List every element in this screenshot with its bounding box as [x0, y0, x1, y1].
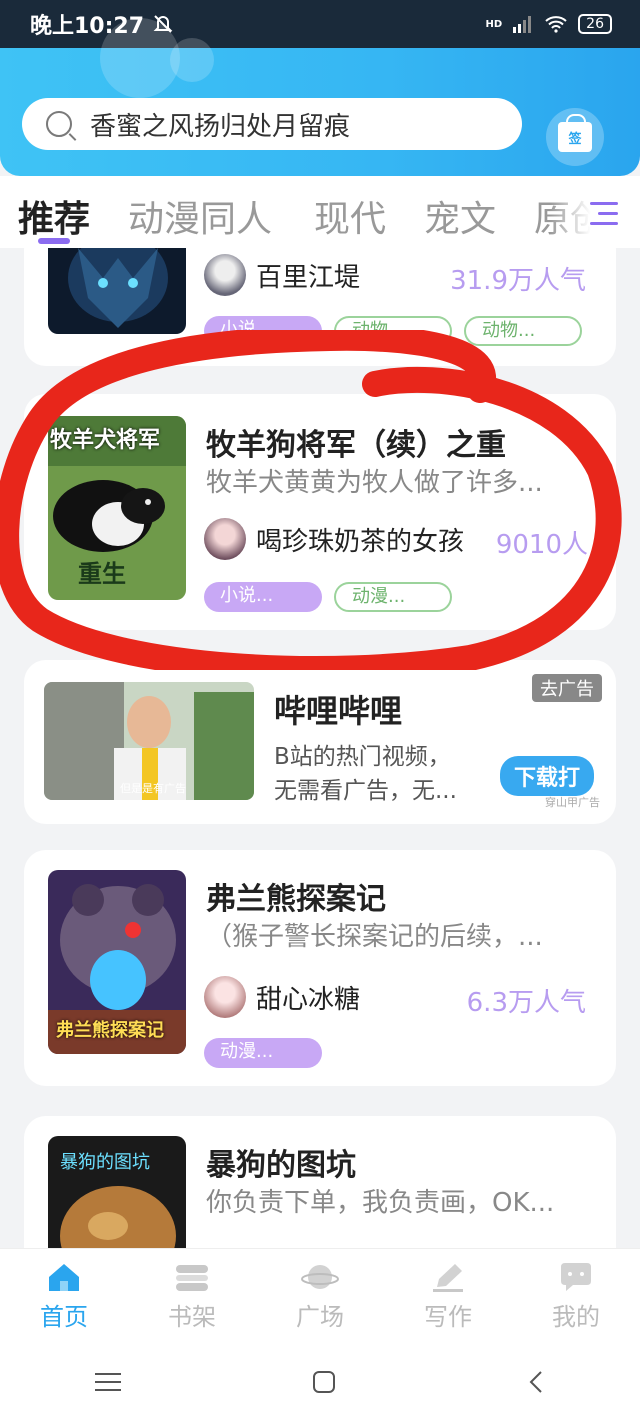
author-name[interactable]: 百里江堤 [256, 257, 360, 294]
gift-label: 签 [568, 131, 582, 147]
book-feed[interactable]: 百里江堤 31.9万人气 小说... 动物... 动物... 牧羊犬将军 重生 … [0, 248, 640, 1248]
book-card[interactable]: 百里江堤 31.9万人气 小说... 动物... 动物... [24, 248, 616, 366]
tab-anime-fanfic[interactable]: 动漫同人 [128, 190, 272, 242]
tag[interactable]: 小说... [204, 316, 322, 346]
nav-home[interactable]: 首页 [0, 1249, 128, 1342]
tag[interactable]: 动物... [464, 316, 582, 346]
ad-source-label: 穿山甲广告 [545, 796, 600, 809]
tab-modern[interactable]: 现代 [314, 190, 386, 242]
book-description: （猴子警长探案记的后续，... [206, 922, 543, 952]
popularity-count: 31.9万人气 [450, 266, 586, 296]
system-nav-bar [0, 1342, 640, 1422]
tab-recommend[interactable]: 推荐 [18, 190, 90, 242]
popularity-count: 6.3万人气 [466, 988, 586, 1018]
status-bar: 晚上10:27 HD 26 [0, 0, 640, 48]
nav-label: 广场 [296, 1303, 344, 1331]
gift-icon: 签 [558, 114, 592, 152]
bookshelf-icon [176, 1265, 208, 1291]
battery-indicator: 26 [578, 14, 612, 34]
planet-icon [301, 1265, 339, 1289]
book-cover[interactable]: 牧羊犬将军 重生 [48, 416, 186, 600]
home-square-icon[interactable] [312, 1370, 336, 1394]
book-title[interactable]: 弗兰熊探案记 [206, 874, 596, 918]
nav-label: 我的 [552, 1303, 600, 1331]
search-input[interactable]: 香蜜之风扬归处月留痕 [90, 106, 350, 143]
book-cover[interactable]: 弗兰熊探案记 [48, 870, 186, 1054]
tab-pet[interactable]: 宠文 [424, 190, 496, 242]
book-cover[interactable]: 暴狗的图坑 [48, 1136, 186, 1248]
tag[interactable]: 小说... [204, 582, 322, 612]
book-card[interactable]: 牧羊犬将军 重生 牧羊狗将军（续）之重 牧羊犬黄黄为牧人做了许多... 喝珍珠奶… [24, 394, 616, 630]
nav-label: 写作 [424, 1303, 472, 1331]
nav-me[interactable]: 我的 [512, 1249, 640, 1342]
home-icon [49, 1264, 79, 1291]
header: 香蜜之风扬归处月留痕 签 [0, 18, 640, 176]
checkin-gift-button[interactable]: 签 [546, 108, 604, 166]
nav-label: 首页 [40, 1303, 88, 1331]
signal-icon [513, 16, 532, 33]
book-card[interactable]: 暴狗的图坑 暴狗的图坑 你负责下单，我负责画，OK... [24, 1116, 616, 1248]
active-tab-indicator [38, 238, 70, 244]
network-label: HD [485, 18, 503, 30]
ad-image-caption: 但是是有广告 [120, 782, 186, 795]
cover-title: 牧羊犬将军 [50, 428, 161, 453]
author-name[interactable]: 甜心冰糖 [256, 979, 360, 1016]
ad-card[interactable]: 但是是有广告 哔哩哔哩 B站的热门视频， 无需看广告，无... 去广告 下载打 … [24, 660, 616, 824]
book-cover[interactable] [48, 248, 186, 334]
nav-plaza[interactable]: 广场 [256, 1249, 384, 1342]
nav-write[interactable]: 写作 [384, 1249, 512, 1342]
author-name[interactable]: 喝珍珠奶茶的女孩 [256, 521, 464, 558]
pen-icon [433, 1264, 463, 1292]
remove-ad-button[interactable]: 去广告 [532, 674, 602, 702]
ad-image[interactable]: 但是是有广告 [44, 682, 254, 800]
tag[interactable]: 动漫... [204, 1038, 322, 1068]
nav-label: 书架 [168, 1303, 216, 1331]
cover-subtitle: 重生 [78, 559, 126, 588]
ad-description-line1: B站的热门视频， [274, 744, 451, 770]
book-title[interactable]: 牧羊狗将军（续）之重 [206, 420, 596, 464]
book-title[interactable]: 暴狗的图坑 [206, 1140, 596, 1184]
book-card[interactable]: 弗兰熊探案记 弗兰熊探案记 （猴子警长探案记的后续，... 甜心冰糖 6.3万人… [24, 850, 616, 1086]
ad-title[interactable]: 哔哩哔哩 [274, 686, 402, 732]
popularity-count: 9010人 [495, 530, 588, 560]
avatar [204, 976, 246, 1018]
chat-bubble-icon [561, 1263, 591, 1291]
back-icon[interactable] [527, 1370, 545, 1394]
ad-download-button[interactable]: 下载打 [499, 756, 594, 796]
wifi-icon [545, 16, 567, 33]
tag[interactable]: 动物... [334, 316, 452, 346]
tag[interactable]: 动漫... [334, 582, 452, 612]
bottom-nav: 首页 书架 广场 写作 我的 [0, 1248, 640, 1342]
avatar [204, 254, 246, 296]
nav-bookshelf[interactable]: 书架 [128, 1249, 256, 1342]
avatar [204, 518, 246, 560]
cover-title: 暴狗的图坑 [60, 1152, 150, 1173]
book-description: 牧羊犬黄黄为牧人做了许多... [206, 468, 543, 498]
search-bar[interactable]: 香蜜之风扬归处月留痕 [22, 98, 522, 150]
ad-description-line2: 无需看广告，无... [274, 778, 457, 804]
book-description: 你负责下单，我负责画，OK... [206, 1188, 555, 1218]
search-icon [46, 111, 72, 137]
menu-icon[interactable] [95, 1371, 122, 1393]
category-tabs: 推荐 动漫同人 现代 宠文 原创 [0, 176, 640, 248]
cover-title: 弗兰熊探案记 [56, 1020, 164, 1041]
tab-menu-icon[interactable] [590, 202, 618, 226]
